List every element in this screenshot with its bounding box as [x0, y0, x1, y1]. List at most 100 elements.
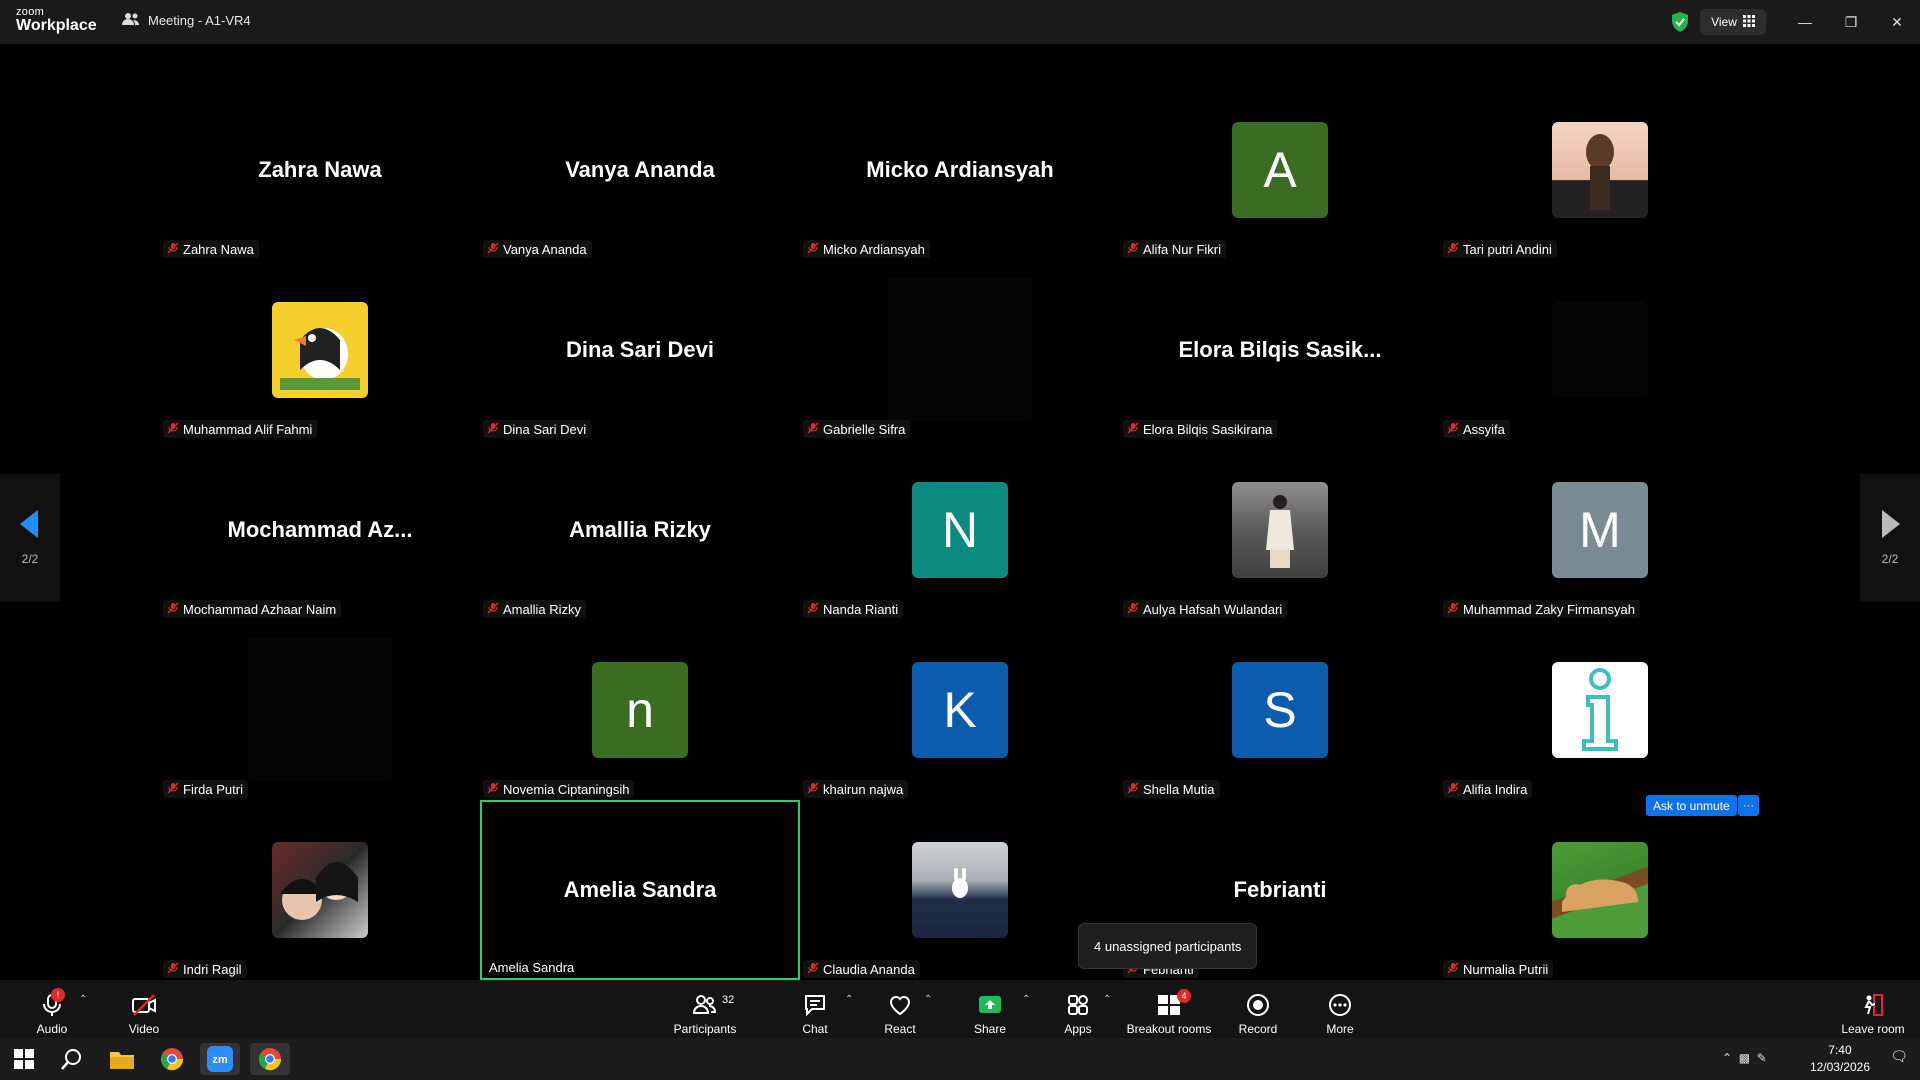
- participant-name-label: Indri Ragil: [163, 960, 247, 978]
- participant-display-name: Dina Sari Devi: [566, 337, 714, 362]
- participant-tile[interactable]: Muhammad Alif Fahmi: [160, 260, 480, 440]
- system-tray-icons[interactable]: ⌃ ▩ ✎: [1722, 1051, 1767, 1065]
- mic-muted-icon: [167, 242, 179, 257]
- participant-tile[interactable]: N Nanda Rianti: [800, 440, 1120, 620]
- apps-button[interactable]: Apps: [1058, 984, 1098, 1036]
- participant-name-label: Micko Ardiansyah: [803, 240, 930, 258]
- record-button[interactable]: Record: [1238, 984, 1278, 1036]
- participant-name: Dina Sari Devi: [503, 421, 587, 437]
- participant-tile[interactable]: Alifia Indira: [1440, 620, 1760, 800]
- participant-tile[interactable]: Amelia Sandra Amelia Sandra: [480, 800, 800, 980]
- leave-room-icon: [1864, 994, 1883, 1016]
- ask-to-unmute-button[interactable]: Ask to unmute: [1646, 795, 1737, 816]
- participant-tile[interactable]: Kkhairun najwa: [800, 620, 1120, 800]
- profile-picture: [248, 638, 392, 782]
- chat-icon: [805, 995, 825, 1017]
- participant-name: Amallia Rizky: [503, 601, 582, 617]
- mic-muted-icon: [167, 602, 179, 617]
- unassigned-participants-tooltip: 4 unassigned participants: [1078, 923, 1258, 969]
- participant-name-label: Shella Mutia: [1123, 780, 1220, 798]
- previous-page-button[interactable]: 2/2: [0, 474, 60, 602]
- participant-name-label: Aulya Hafsah Wulandari: [1123, 600, 1288, 618]
- react-button[interactable]: React: [880, 984, 920, 1036]
- mic-muted-icon: [487, 422, 499, 437]
- chat-label: Chat: [802, 1022, 828, 1036]
- participant-tile[interactable]: S Shella Mutia: [1120, 620, 1440, 800]
- next-page-button[interactable]: 2/2: [1860, 474, 1920, 602]
- participant-tile[interactable]: Firda Putri: [160, 620, 480, 800]
- participant-name: Alifa Nur Fikri: [1143, 241, 1222, 257]
- participant-tile[interactable]: Claudia Ananda: [800, 800, 1120, 980]
- letter-avatar: N: [912, 482, 1008, 578]
- meeting-title-text: Meeting - A1-VR4: [148, 13, 251, 28]
- view-button[interactable]: View: [1700, 9, 1766, 35]
- system-clock[interactable]: 7:40 12/03/2026: [1810, 1042, 1870, 1076]
- participant-tile[interactable]: M Muhammad Zaky Firmansyah: [1440, 440, 1760, 620]
- participant-tile[interactable]: Tari putri Andini: [1440, 80, 1760, 260]
- mic-muted-icon: [1127, 422, 1139, 437]
- participant-display-name: Febrianti: [1233, 877, 1327, 902]
- participant-display-name: Elora Bilqis Sasik...: [1178, 337, 1382, 362]
- participant-tile[interactable]: Aulya Hafsah Wulandari: [1120, 440, 1440, 620]
- windows-taskbar: zm ⌃ ▩ ✎ 7:40 12/03/2026 🗨: [0, 1038, 1920, 1080]
- participant-tile[interactable]: Nurmalia Putrii: [1440, 800, 1760, 980]
- participant-tile[interactable]: Vanya Ananda Vanya Ananda: [480, 80, 800, 260]
- chat-options-chevron-icon[interactable]: ⌃: [845, 994, 853, 1005]
- participant-name: Elora Bilqis Sasikirana: [1143, 421, 1273, 437]
- participant-name-label: Amallia Rizky: [483, 600, 587, 618]
- react-options-chevron-icon[interactable]: ⌃: [924, 994, 932, 1005]
- leave-room-button[interactable]: Leave room: [1838, 984, 1908, 1036]
- participant-tile[interactable]: Zahra Nawa Zahra Nawa: [160, 80, 480, 260]
- participant-tile[interactable]: Dina Sari Devi Dina Sari Devi: [480, 260, 800, 440]
- participant-tile[interactable]: Amallia Rizky Amallia Rizky: [480, 440, 800, 620]
- participant-tile[interactable]: n Novemia Ciptaningsih: [480, 620, 800, 800]
- profile-picture: [272, 302, 368, 398]
- minimize-button[interactable]: —: [1782, 0, 1828, 44]
- search-icon[interactable]: [52, 1043, 92, 1075]
- participant-name-label: Tari putri Andini: [1443, 240, 1557, 258]
- participant-name: Aulya Hafsah Wulandari: [1143, 601, 1283, 617]
- notification-icon[interactable]: 🗨: [1890, 1048, 1908, 1065]
- participant-tile[interactable]: A Alifa Nur Fikri: [1120, 80, 1440, 260]
- more-dots-icon: [1329, 994, 1351, 1016]
- chat-button[interactable]: Chat: [795, 984, 835, 1036]
- page-indicator-right: 2/2: [1881, 552, 1899, 566]
- participant-name-label: Alifa Nur Fikri: [1123, 240, 1227, 258]
- zoom-app-icon[interactable]: zm: [200, 1043, 240, 1075]
- participant-tile[interactable]: Elora Bilqis Sasik... Elora Bilqis Sasiki…: [1120, 260, 1440, 440]
- participant-name-label: Claudia Ananda: [803, 960, 920, 978]
- participants-label: Participants: [673, 1022, 737, 1036]
- participant-tile[interactable]: Gabrielle Sifra: [800, 260, 1120, 440]
- participant-name-label: Gabrielle Sifra: [803, 420, 911, 438]
- participant-display-name: Amallia Rizky: [569, 517, 711, 542]
- apps-options-chevron-icon[interactable]: ⌃: [1103, 994, 1111, 1005]
- mic-muted-icon: [807, 962, 819, 977]
- breakout-rooms-label: Breakout rooms: [1126, 1022, 1212, 1036]
- participant-tile[interactable]: Indri Ragil: [160, 800, 480, 980]
- windows-start-icon[interactable]: [4, 1043, 44, 1075]
- audio-options-chevron-icon[interactable]: ⌃: [79, 994, 87, 1005]
- video-button[interactable]: Video: [124, 984, 164, 1036]
- participant-tile[interactable]: Micko Ardiansyah Micko Ardiansyah: [800, 80, 1120, 260]
- breakout-rooms-button[interactable]: Breakout rooms: [1124, 984, 1214, 1036]
- close-button[interactable]: ✕: [1874, 0, 1920, 44]
- participant-name: Claudia Ananda: [823, 961, 915, 977]
- restore-button[interactable]: ❐: [1828, 0, 1874, 44]
- more-button[interactable]: More: [1320, 984, 1360, 1036]
- mic-muted-icon: [167, 782, 179, 797]
- participant-tile[interactable]: Mochammad Az... Mochammad Azhaar Naim: [160, 440, 480, 620]
- participant-name-label: Alifia Indira: [1443, 780, 1533, 798]
- meeting-toolbar: Audio ! ⌃ Video Participants 32 Chat ⌃ R…: [0, 980, 1920, 1038]
- chrome-icon[interactable]: [152, 1043, 192, 1075]
- file-explorer-icon[interactable]: [102, 1043, 142, 1075]
- share-options-chevron-icon[interactable]: ⌃: [1022, 994, 1030, 1005]
- tile-more-options-button[interactable]: ···: [1738, 795, 1759, 816]
- encryption-shield-icon[interactable]: [1668, 10, 1692, 34]
- mic-muted-icon: [487, 242, 499, 257]
- chrome-active-icon[interactable]: [250, 1043, 290, 1075]
- clock-date: 12/03/2026: [1809, 1060, 1870, 1074]
- participant-tile[interactable]: Assyifa: [1440, 260, 1760, 440]
- participant-name-label: Zahra Nawa: [163, 240, 259, 258]
- share-button[interactable]: Share: [970, 984, 1010, 1036]
- participants-button[interactable]: Participants: [670, 984, 740, 1036]
